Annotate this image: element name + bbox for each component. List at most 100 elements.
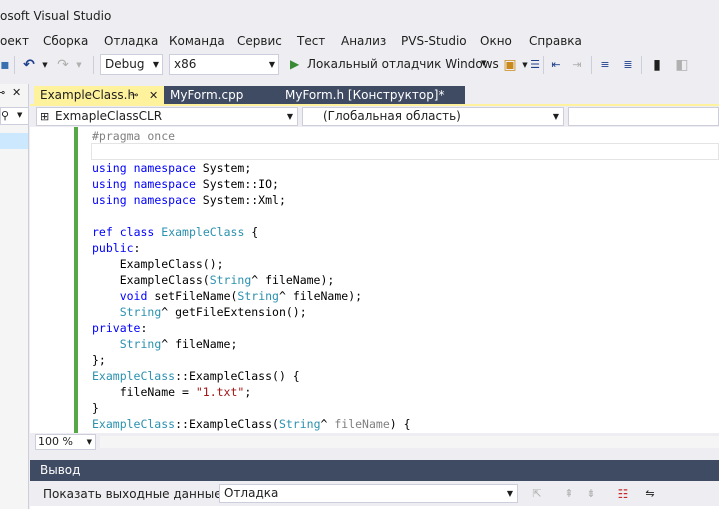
- code-line[interactable]: #pragma once: [92, 128, 175, 144]
- code-token: ExampleClass(: [92, 273, 210, 287]
- find-message-icon[interactable]: ⇱: [528, 485, 546, 503]
- menu-build[interactable]: Сборка: [43, 34, 88, 48]
- tab-myform-cpp[interactable]: MyForm.cpp: [164, 86, 279, 106]
- chevron-down-icon: ▼: [481, 59, 487, 67]
- output-source-select[interactable]: Отладка ▼: [219, 484, 518, 503]
- code-token: #pragma once: [92, 129, 176, 143]
- code-token: ;: [244, 385, 252, 399]
- code-token: String: [119, 337, 162, 351]
- output-toolbar: Показать выходные данные из: Отладка ▼ ⇱…: [30, 481, 719, 506]
- code-token: ^: [320, 417, 335, 431]
- code-line[interactable]: };: [92, 352, 106, 368]
- menu-debug[interactable]: Отладка: [104, 34, 158, 48]
- code-token: void: [119, 289, 148, 303]
- code-line[interactable]: using namespace System::Xml;: [92, 192, 286, 208]
- format-icon[interactable]: ☰: [526, 56, 544, 74]
- clear-all-icon[interactable]: ☷: [614, 485, 632, 503]
- code-token: namespace: [133, 161, 196, 175]
- output-source-value: Отладка: [224, 486, 279, 500]
- chevron-down-icon: ▼: [286, 112, 293, 121]
- next-message-icon[interactable]: ⇟: [582, 485, 600, 503]
- uncomment-icon[interactable]: ≣: [619, 56, 637, 74]
- selected-tree-item[interactable]: [0, 133, 28, 149]
- word-wrap-icon[interactable]: ⇋: [641, 485, 659, 503]
- chevron-down-icon: ▼: [86, 438, 92, 446]
- code-token: ) {: [389, 417, 411, 431]
- code-line[interactable]: public:: [92, 240, 140, 256]
- project-icon: ⊞: [40, 110, 50, 123]
- zoom-value: 100 %: [38, 435, 73, 448]
- platform-value: x86: [174, 57, 197, 71]
- menu-help[interactable]: Справка: [529, 34, 582, 48]
- menu-tools[interactable]: Сервис: [237, 34, 282, 48]
- save-all-icon[interactable]: ▪: [0, 56, 14, 74]
- code-token: String: [237, 289, 279, 303]
- code-token: String: [209, 273, 252, 287]
- solution-platform-select[interactable]: x86 ▼: [169, 54, 279, 75]
- code-line[interactable]: ExampleClass::ExampleClass() {: [92, 368, 300, 384]
- undo-dropdown-icon[interactable]: ▼: [36, 56, 54, 74]
- current-line-highlight: [91, 143, 719, 160]
- code-token: ::ExampleClass() {: [175, 369, 300, 383]
- code-line[interactable]: ExampleClass();: [92, 256, 224, 272]
- scope-select[interactable]: (Глобальная область) ▼: [302, 107, 564, 126]
- tab-example-class-h[interactable]: ExampleClass.h ⊸ ✕: [34, 86, 164, 106]
- menu-window[interactable]: Окно: [480, 34, 512, 48]
- code-line[interactable]: String^ getFileExtension();: [92, 304, 307, 320]
- code-line[interactable]: using namespace System::IO;: [92, 176, 279, 192]
- toolbar: ▪ ↶ ▼ ↷ ▼ Debug ▼ x86 ▼ ▶ Локальный отла…: [0, 52, 719, 78]
- scope-value: (Глобальная область): [323, 109, 461, 123]
- outdent-icon[interactable]: ⇤: [547, 56, 565, 74]
- code-line[interactable]: ref class ExampleClass {: [92, 224, 258, 240]
- code-line[interactable]: fileName = "1.txt";: [92, 384, 252, 400]
- code-line[interactable]: private:: [92, 320, 147, 336]
- close-icon[interactable]: ✕: [12, 86, 21, 99]
- menu-team[interactable]: Команда: [169, 34, 225, 48]
- previous-message-icon[interactable]: ⇞: [560, 485, 578, 503]
- code-token: namespace: [133, 177, 196, 191]
- code-line[interactable]: void setFileName(String^ fileName);: [92, 288, 362, 304]
- zoom-select[interactable]: 100 % ▼: [35, 434, 96, 450]
- panel-pin-icon[interactable]: ⊸: [0, 86, 5, 99]
- horizontal-scrollbar[interactable]: [100, 436, 719, 448]
- code-line[interactable]: }: [92, 400, 99, 416]
- project-select[interactable]: ⊞ ExmapleClassCLR ▼: [36, 107, 298, 126]
- play-icon: ▶: [290, 57, 300, 71]
- bookmark-icon[interactable]: ▮: [648, 56, 666, 74]
- menu-bar: оект Сборка Отладка Команда Сервис Тест …: [0, 32, 719, 52]
- code-token: ExampleClass();: [92, 257, 224, 271]
- start-debugging-button[interactable]: ▶ Локальный отладчик Windows ▼: [288, 54, 499, 76]
- menu-project[interactable]: оект: [0, 34, 29, 48]
- code-token: String: [119, 305, 162, 319]
- solution-configuration-select[interactable]: Debug ▼: [100, 54, 163, 75]
- menu-analyze[interactable]: Анализ: [341, 34, 386, 48]
- comment-icon[interactable]: ≡: [596, 56, 614, 74]
- member-select[interactable]: [568, 107, 719, 126]
- indent-icon[interactable]: ⇥: [568, 56, 586, 74]
- run-label: Локальный отладчик Windows: [307, 57, 499, 71]
- code-token: using: [92, 161, 127, 175]
- code-line[interactable]: String^ fileName;: [92, 336, 238, 352]
- tab-label: ExampleClass.h: [40, 88, 136, 102]
- project-value: ExmapleClassCLR: [55, 109, 163, 123]
- tab-myform-h-designer[interactable]: MyForm.h [Конструктор]*: [279, 86, 465, 106]
- redo-dropdown-icon[interactable]: ▼: [70, 56, 88, 74]
- code-token: ^ fileName;: [161, 337, 238, 351]
- code-token: System::IO;: [195, 177, 279, 191]
- code-line[interactable]: ExampleClass(String^ fileName);: [92, 272, 335, 288]
- menu-pvs-studio[interactable]: PVS-Studio: [401, 34, 467, 48]
- toolbar-separator: [93, 56, 94, 74]
- document-tab-well: ExampleClass.h ⊸ ✕ MyForm.cpp MyForm.h […: [30, 84, 719, 106]
- solution-explorer-panel: ⊸ ✕ ⚲ ▼: [0, 84, 29, 509]
- code-line[interactable]: ExampleClass::ExampleClass(String^ fileN…: [92, 416, 411, 432]
- pin-icon[interactable]: ⊸: [130, 86, 138, 105]
- search-box[interactable]: ⚲ ▼: [0, 107, 29, 125]
- menu-test[interactable]: Тест: [297, 34, 325, 48]
- close-icon[interactable]: ✕: [149, 86, 158, 105]
- code-token: ExampleClass: [92, 417, 176, 431]
- bookmark-previous-icon[interactable]: ◧: [673, 56, 691, 74]
- code-line[interactable]: using namespace System;: [92, 160, 251, 176]
